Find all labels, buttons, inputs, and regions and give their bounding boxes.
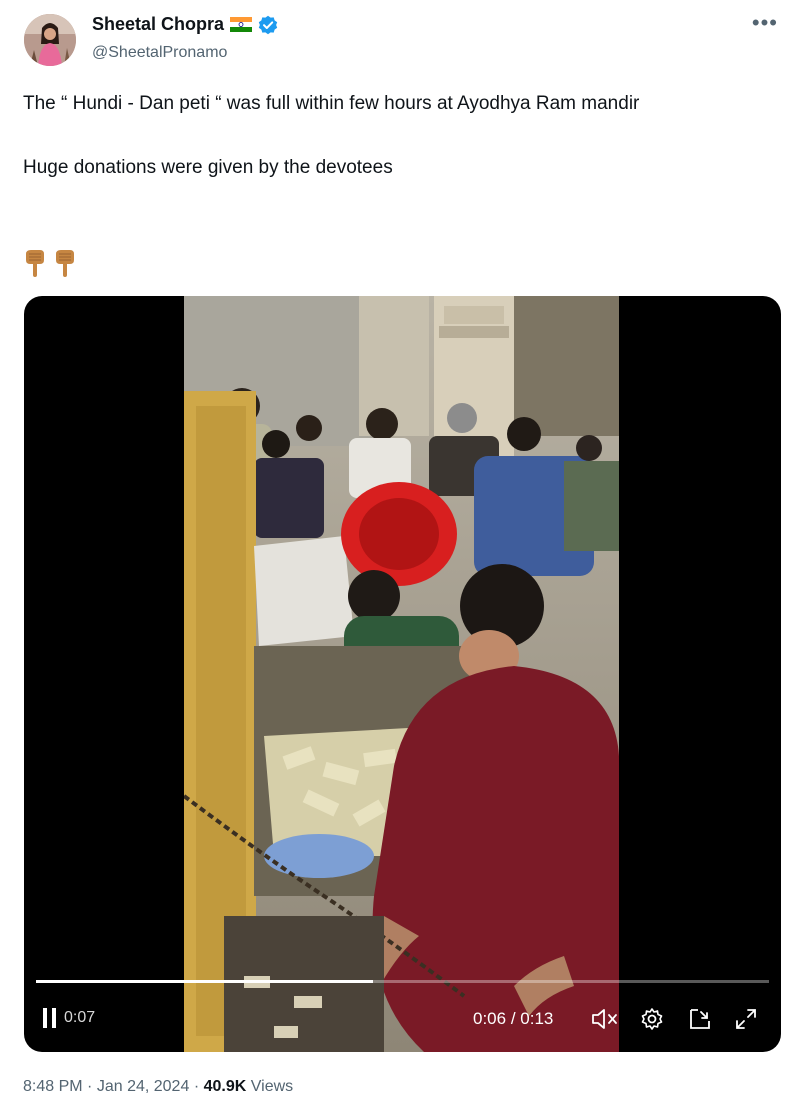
- footer-dot: ·: [193, 1078, 200, 1095]
- views-count: 40.9K: [203, 1078, 247, 1095]
- footer-dot: ·: [87, 1078, 93, 1095]
- current-time: 0:06: [473, 1009, 507, 1028]
- more-options-icon[interactable]: •••: [752, 10, 778, 36]
- mute-icon[interactable]: [591, 1008, 619, 1035]
- pause-icon[interactable]: [42, 1007, 58, 1034]
- video-time: 0:06 / 0:13: [473, 1009, 553, 1029]
- settings-gear-icon[interactable]: [640, 1007, 664, 1036]
- tweet-footer: 8:48 PM · Jan 24, 2024 · 40.9K Views: [23, 1078, 293, 1096]
- author-name-row: Sheetal Chopra: [92, 14, 278, 35]
- author-handle[interactable]: @SheetalPronamo: [92, 44, 227, 62]
- views-label[interactable]: Views: [251, 1078, 293, 1095]
- video-player[interactable]: 0:07 0:06 / 0:13: [24, 296, 781, 1052]
- video-controls: 0:07 0:06 / 0:13: [24, 999, 781, 1039]
- post-time[interactable]: 8:48 PM: [23, 1078, 83, 1095]
- duration: 0:13: [520, 1009, 554, 1028]
- fullscreen-icon[interactable]: [734, 1007, 758, 1036]
- elapsed-overlay: 0:07: [64, 1009, 96, 1026]
- video-progress-bar[interactable]: [36, 980, 769, 983]
- picture-in-picture-icon[interactable]: [688, 1007, 712, 1036]
- verified-badge-icon[interactable]: [258, 15, 278, 35]
- tweet-text: The “ Hundi - Dan peti “ was full within…: [23, 93, 640, 178]
- time-separator: /: [510, 1009, 516, 1028]
- author-name[interactable]: Sheetal Chopra: [92, 14, 224, 35]
- emoji-row: [23, 248, 77, 283]
- india-flag-icon: [230, 17, 253, 32]
- video-progress-fill: [36, 980, 374, 983]
- video-frame[interactable]: [184, 296, 619, 1052]
- post-date[interactable]: Jan 24, 2024: [97, 1078, 190, 1095]
- pointing-down-icon: [53, 248, 77, 283]
- pointing-down-icon: [23, 248, 47, 283]
- avatar[interactable]: [24, 14, 76, 66]
